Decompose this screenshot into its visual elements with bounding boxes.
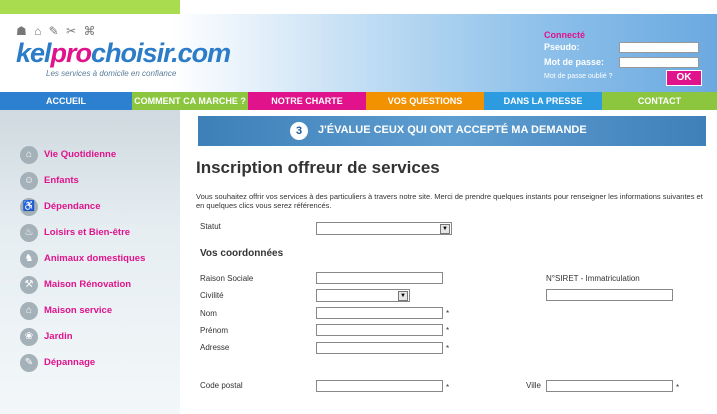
logo-part-3: choisir.com <box>91 38 231 68</box>
civilite-select[interactable]: ▼ <box>316 289 410 302</box>
raison-sociale-label: Raison Sociale <box>200 274 254 283</box>
password-input[interactable] <box>619 57 699 68</box>
logo-part-2: pro <box>50 38 92 68</box>
logo-tagline: Les services à domicile en confiance <box>46 69 177 78</box>
sidebar-item-label: Jardin <box>44 331 73 342</box>
top-accent-bar <box>0 0 180 14</box>
intro-text: Vous souhaitez offrir vos services à des… <box>196 192 703 210</box>
nav-item[interactable]: NOTRE CHARTE <box>248 92 366 110</box>
step-number: 3 <box>290 122 308 140</box>
login-title: Connecté <box>544 30 586 40</box>
sidebar-item[interactable]: ⌂ Vie Quotidienne <box>0 146 180 168</box>
required-marker: * <box>446 326 450 335</box>
sidebar-item-label: Maison service <box>44 305 113 316</box>
sidebar-item-label: Vie Quotidienne <box>44 149 117 160</box>
sidebar-item-label: Dépannage <box>44 357 96 368</box>
civilite-label: Civilité <box>200 291 224 300</box>
pseudo-input[interactable] <box>619 42 699 53</box>
prenom-label: Prénom <box>200 326 229 335</box>
siret-label: N°SIRET - Immatriculation <box>546 274 640 283</box>
sidebar-item[interactable]: ♿ Dépendance <box>0 198 180 220</box>
chevron-down-icon: ▼ <box>398 291 408 301</box>
code-postal-label: Code postal <box>200 381 243 390</box>
prenom-input[interactable] <box>316 324 443 336</box>
login-ok-button[interactable]: OK <box>666 70 702 86</box>
required-marker: * <box>446 383 450 392</box>
sidebar-item[interactable]: ⚒ Maison Rénovation <box>0 276 180 298</box>
main-nav: ACCUEIL COMMENT CA MARCHE ? NOTRE CHARTE VO… <box>0 92 717 110</box>
ville-input[interactable] <box>546 380 673 392</box>
code-postal-input[interactable] <box>316 380 443 392</box>
sidebar-item[interactable]: ☺ Enfants <box>0 172 180 194</box>
password-label: Mot de passe: <box>544 57 605 67</box>
step-text: J'ÉVALUE CEUX QUI ONT ACCEPTÉ MA DEMANDE <box>318 124 587 136</box>
required-marker: * <box>446 309 450 318</box>
house-icon: ⌂ <box>20 302 38 320</box>
sidebar-item[interactable]: ♨ Loisirs et Bien-être <box>0 224 180 246</box>
care-icon: ♿ <box>20 198 38 216</box>
logo-part-1: kel <box>16 38 52 68</box>
sidebar-item[interactable]: ⌂ Maison service <box>0 302 180 324</box>
statut-label: Statut <box>200 222 221 231</box>
nom-input[interactable] <box>316 307 443 319</box>
sidebar-item[interactable]: ❀ Jardin <box>0 328 180 350</box>
adresse-label: Adresse <box>200 343 230 352</box>
logo-icons: ☗ ⌂ ✎ ✂ ⌘ <box>16 24 98 38</box>
header: ☗ ⌂ ✎ ✂ ⌘ kelprochoisir.com Les services… <box>0 14 717 92</box>
page-title: Inscription offreur de services <box>196 158 440 177</box>
logo[interactable]: kelprochoisir.com <box>16 38 231 69</box>
sidebar-item-label: Maison Rénovation <box>44 279 132 290</box>
required-marker: * <box>676 383 680 392</box>
sidebar-item-label: Loisirs et Bien-être <box>44 227 131 238</box>
sidebar-item[interactable]: ✎ Dépannage <box>0 354 180 376</box>
forgot-password-link[interactable]: Mot de passe oublié ? <box>544 73 613 80</box>
step-banner: 3 J'ÉVALUE CEUX QUI ONT ACCEPTÉ MA DEMAN… <box>198 116 706 146</box>
nom-label: Nom <box>200 309 217 318</box>
child-icon: ☺ <box>20 172 38 190</box>
sidebar-item[interactable]: ♞ Animaux domestiques <box>0 250 180 272</box>
leisure-icon: ♨ <box>20 224 38 242</box>
nav-item[interactable]: VOS QUESTIONS <box>366 92 484 110</box>
sidebar: ⌂ Vie Quotidienne ☺ Enfants ♿ Dépendance ♨ Lois… <box>0 110 180 414</box>
section-title: Vos coordonnées <box>200 248 284 259</box>
chevron-down-icon: ▼ <box>440 224 450 234</box>
nav-item[interactable]: COMMENT CA MARCHE ? <box>132 92 248 110</box>
pseudo-label: Pseudo: <box>544 42 580 52</box>
nav-item[interactable]: ACCUEIL <box>0 92 132 110</box>
repair-icon: ✎ <box>20 354 38 372</box>
pet-icon: ♞ <box>20 250 38 268</box>
statut-select[interactable]: ▼ <box>316 222 452 235</box>
adresse-input[interactable] <box>316 342 443 354</box>
home-icon: ⌂ <box>20 146 38 164</box>
nav-item[interactable]: CONTACT <box>602 92 717 110</box>
sidebar-item-label: Animaux domestiques <box>44 253 146 264</box>
renovation-icon: ⚒ <box>20 276 38 294</box>
garden-icon: ❀ <box>20 328 38 346</box>
page: ☗ ⌂ ✎ ✂ ⌘ kelprochoisir.com Les services… <box>0 0 717 414</box>
siret-input[interactable] <box>546 289 673 301</box>
raison-sociale-input[interactable] <box>316 272 443 284</box>
nav-item[interactable]: DANS LA PRESSE <box>484 92 602 110</box>
required-marker: * <box>446 344 450 353</box>
sidebar-item-label: Dépendance <box>44 201 101 212</box>
ville-label: Ville <box>526 381 541 390</box>
sidebar-item-label: Enfants <box>44 175 79 186</box>
